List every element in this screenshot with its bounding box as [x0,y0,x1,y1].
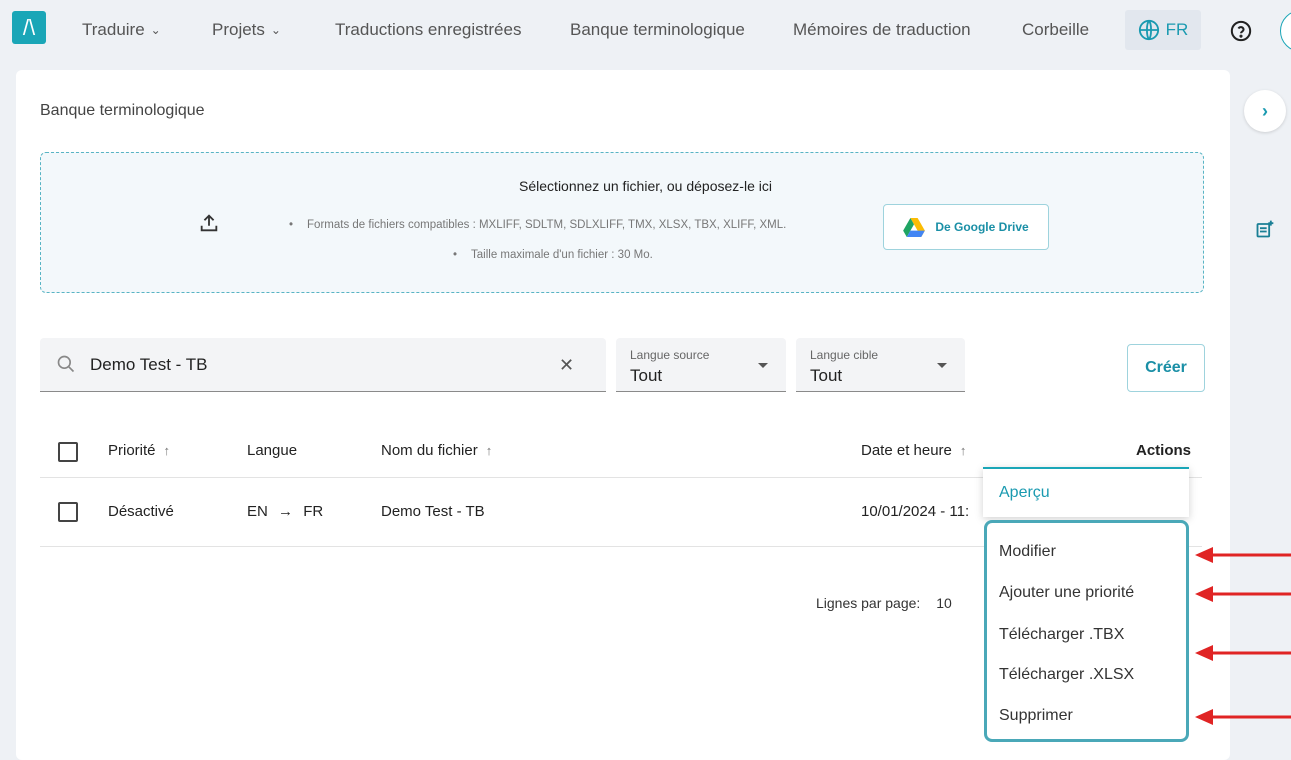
clear-icon[interactable]: ✕ [559,355,574,376]
target-language-value: Tout [810,366,843,385]
menu-item-apercu[interactable]: Aperçu [999,484,1050,502]
nav-item-traductions-enregistrees[interactable]: Traductions enregistrées [335,20,521,40]
column-header-datetime[interactable]: Date et heure ↑ [861,442,966,459]
nav-item-memoires-de-traduction[interactable]: Mémoires de traduction [793,20,971,40]
source-language-value: Tout [630,366,663,385]
top-navigation: /\ Traduire ⌄ Projets ⌄ Traductions enre… [0,0,1291,62]
nav-item-label: Projets [212,20,265,39]
upload-icon [198,212,220,234]
bullet-icon: • [453,249,458,261]
language-selector[interactable]: FR [1125,10,1201,50]
chevron-down-icon: ⌄ [270,23,281,37]
chevron-down-icon: ⌄ [150,23,161,37]
menu-item-supprimer[interactable]: Supprimer [999,707,1073,725]
cell-priority: Désactivé [108,503,174,520]
sort-arrow-icon: ↑ [959,443,967,458]
nav-item-banque-terminologique[interactable]: Banque terminologique [570,20,745,40]
nav-item-label: Mémoires de traduction [793,20,971,39]
dropzone-max-size-text: Taille maximale d'un fichier : 30 Mo. [471,249,653,261]
menu-item-modifier[interactable]: Modifier [999,543,1056,561]
nav-item-label: Banque terminologique [570,20,745,39]
column-header-language: Langue [247,442,298,459]
dropzone-formats-text: Formats de fichiers compatibles : MXLIFF… [307,219,787,231]
language-code: FR [1165,20,1189,39]
logo-glyph: /\ [22,14,36,40]
avatar[interactable] [1280,10,1291,52]
annotation-arrow-icon [1195,547,1291,563]
column-header-priority[interactable]: Priorité ↑ [108,442,170,459]
source-language-select[interactable]: Langue source Tout [616,338,786,392]
column-header-filename[interactable]: Nom du fichier ↑ [381,442,492,459]
language-to: FR [303,503,324,520]
add-note-icon[interactable] [1255,219,1275,244]
sort-arrow-icon: ↑ [485,443,493,458]
nav-item-label: Traduire [82,20,145,39]
rows-per-page-select[interactable]: 10 [936,595,952,611]
google-drive-button[interactable]: De Google Drive [883,204,1049,250]
nav-item-label: Corbeille [1022,20,1090,39]
globe-icon [1138,19,1159,41]
dropzone-title: Sélectionnez un fichier, ou déposez-le i… [519,178,772,194]
create-button[interactable]: Créer [1127,344,1205,392]
search-input[interactable]: Demo Test - TB ✕ [40,338,606,392]
column-header-label: Priorité [108,442,156,459]
search-value: Demo Test - TB [90,355,208,374]
nav-item-traduire[interactable]: Traduire ⌄ [82,20,161,40]
chevron-right-icon[interactable]: › [1244,90,1286,132]
dropzone-formats: • Formats de fichiers compatibles : MXLIF… [289,219,786,231]
dropzone-max-size: • Taille maximale d'un fichier : 30 Mo. [453,249,653,261]
target-language-label: Langue cible [810,348,879,362]
app-logo[interactable]: /\ [12,11,46,44]
menu-item-telecharger-xlsx[interactable]: Télécharger .XLSX [999,666,1134,684]
bullet-icon: • [289,219,294,231]
arrow-right-icon: → [278,503,294,520]
help-icon[interactable] [1230,20,1252,42]
row-checkbox[interactable] [58,502,78,522]
cell-filename[interactable]: Demo Test - TB [381,503,485,520]
rows-per-page: Lignes par page: 10 [816,595,952,611]
sort-arrow-icon: ↑ [163,443,171,458]
cell-language: EN → FR [247,503,323,520]
column-header-actions: Actions [1136,442,1192,459]
annotation-arrow-icon [1195,709,1291,725]
column-header-label: Nom du fichier [381,442,478,459]
menu-item-telecharger-tbx[interactable]: Télécharger .TBX [999,626,1124,644]
target-language-select[interactable]: Langue cible Tout [796,338,965,392]
google-drive-icon [903,217,926,237]
rows-per-page-label: Lignes par page: [816,595,921,611]
nav-item-corbeille[interactable]: Corbeille [1022,20,1089,40]
nav-item-projets[interactable]: Projets ⌄ [212,20,281,40]
column-header-label: Date et heure [861,442,952,459]
dropdown-arrow-icon [937,363,947,368]
nav-item-label: Traductions enregistrées [335,20,522,39]
source-language-label: Langue source [630,348,710,362]
annotation-arrow-icon [1195,645,1291,661]
search-icon [56,354,76,379]
cell-datetime: 10/01/2024 - 11: [861,503,970,520]
annotation-arrow-icon [1195,586,1291,602]
language-from: EN [247,503,268,520]
select-all-checkbox[interactable] [58,442,78,462]
dropdown-arrow-icon [758,363,768,368]
page-title: Banque terminologique [40,102,205,119]
menu-item-ajouter-priorite[interactable]: Ajouter une priorité [999,584,1134,602]
google-drive-label: De Google Drive [935,220,1029,234]
